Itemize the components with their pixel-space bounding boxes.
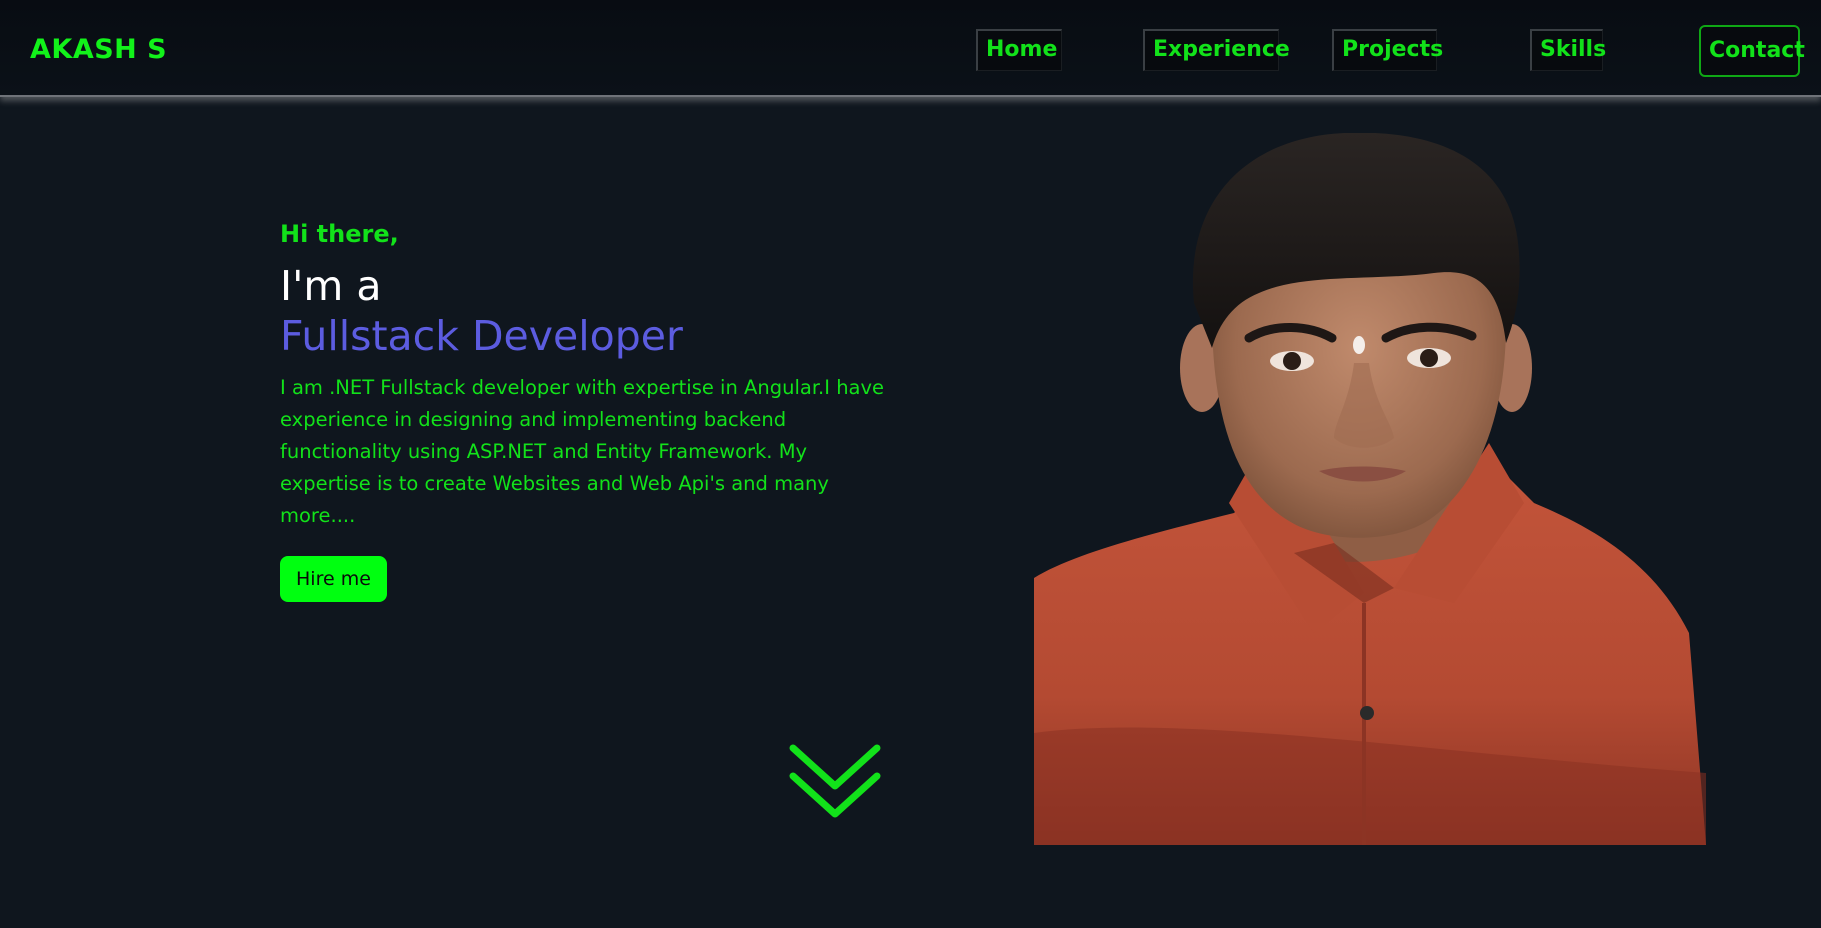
greeting-text: Hi there,: [280, 220, 399, 248]
hire-me-button[interactable]: Hire me: [280, 556, 387, 602]
intro-text: I'm a: [280, 262, 382, 310]
hero-intro: Hi there, I'm a Fullstack Developer I am…: [280, 220, 920, 602]
role-title: Fullstack Developer: [280, 312, 683, 360]
brand-logo[interactable]: AKASH S: [30, 34, 167, 65]
profile-photo: [1034, 133, 1706, 845]
nav-home[interactable]: Home: [976, 29, 1062, 71]
nav-skills[interactable]: Skills: [1530, 29, 1606, 71]
navbar: AKASH S Home Experience Projects Skills …: [0, 0, 1821, 97]
bio-paragraph: I am .NET Fullstack developer with exper…: [280, 376, 885, 527]
nav-contact[interactable]: Contact: [1699, 25, 1805, 77]
nav-experience[interactable]: Experience: [1143, 29, 1290, 71]
double-chevron-down-icon[interactable]: [787, 742, 883, 822]
nav-projects[interactable]: Projects: [1332, 29, 1443, 71]
